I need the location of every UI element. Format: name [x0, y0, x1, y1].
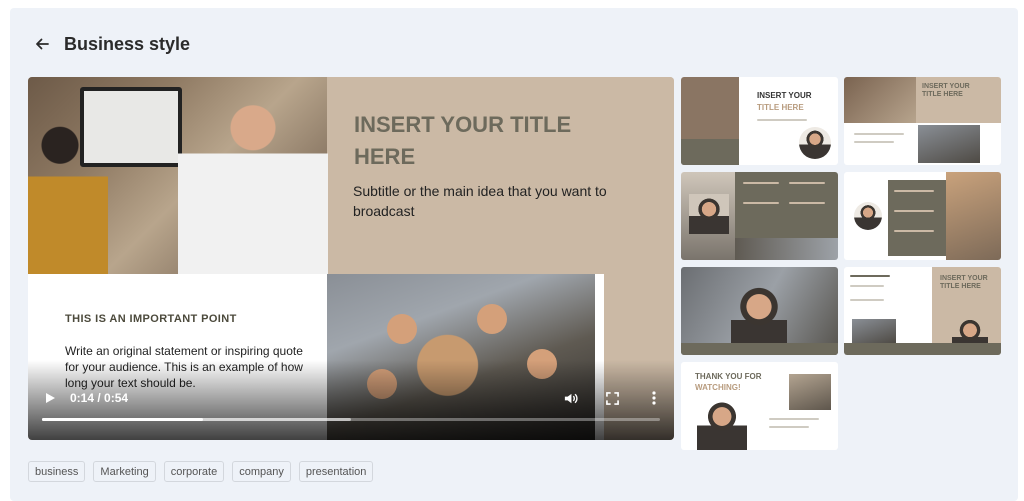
page-title: Business style — [64, 33, 191, 54]
video-controls: 0:14 / 0:54 — [42, 387, 662, 409]
tag-corporate[interactable]: corporate — [163, 461, 225, 482]
thumbnail-title-line1: INSERT YOUR — [922, 83, 970, 90]
slide-thumbnail[interactable] — [681, 267, 838, 355]
video-progress-fill — [42, 418, 203, 421]
play-icon — [46, 393, 55, 403]
thumbnail-title-line2: TITLE HERE — [922, 91, 963, 98]
fullscreen-button[interactable] — [604, 390, 620, 406]
tag-marketing[interactable]: Marketing — [93, 461, 156, 482]
thumbnail-title-line1: INSERT YOUR — [757, 91, 812, 100]
arrow-left-icon — [36, 38, 49, 50]
slide-thumbnail[interactable]: INSERT YOUR TITLE HERE — [844, 267, 1001, 355]
fullscreen-icon — [605, 391, 619, 405]
tag-presentation[interactable]: presentation — [298, 461, 374, 482]
slide-thumbnail[interactable]: INSERT YOUR TITLE HERE — [844, 77, 1001, 165]
slide-subtitle: Subtitle or the main idea that you want … — [353, 183, 607, 219]
thumbnail-title-line1: THANK YOU FOR — [695, 372, 762, 381]
more-vertical-icon — [652, 391, 656, 405]
thumbnail-title-line1: INSERT YOUR — [940, 275, 988, 282]
slide-thumbnail[interactable]: INSERT YOUR TITLE HERE — [681, 77, 838, 165]
slide-point-heading: THIS IS AN IMPORTANT POINT — [65, 313, 237, 325]
video-player[interactable]: INSERT YOUR TITLE HERE Subtitle or the m… — [28, 77, 674, 440]
slide-thumbnail[interactable]: THANK YOU FOR WATCHING! — [681, 362, 838, 450]
thumbnail-title-line2: TITLE HERE — [757, 103, 804, 112]
back-button[interactable] — [32, 34, 52, 54]
thumbnail-title-line2: WATCHING! — [695, 383, 741, 392]
play-button[interactable] — [42, 390, 58, 406]
slide-thumbnail[interactable] — [681, 172, 838, 260]
tag-company[interactable]: company — [232, 461, 291, 482]
slide-thumbnail[interactable] — [844, 172, 1001, 260]
slide-title: INSERT YOUR TITLE HERE — [354, 112, 572, 169]
tag-business[interactable]: business — [28, 461, 86, 482]
more-options-button[interactable] — [646, 390, 662, 406]
video-time: 0:14 / 0:54 — [70, 391, 129, 405]
tag-list: business Marketing corporate company pre… — [28, 461, 374, 482]
page-header: Business style — [32, 32, 190, 56]
volume-button[interactable] — [562, 390, 578, 406]
thumbnail-title-line2: TITLE HERE — [940, 283, 981, 290]
office-photo — [28, 77, 328, 274]
video-progress-bar[interactable] — [42, 418, 660, 421]
volume-icon — [564, 393, 578, 403]
